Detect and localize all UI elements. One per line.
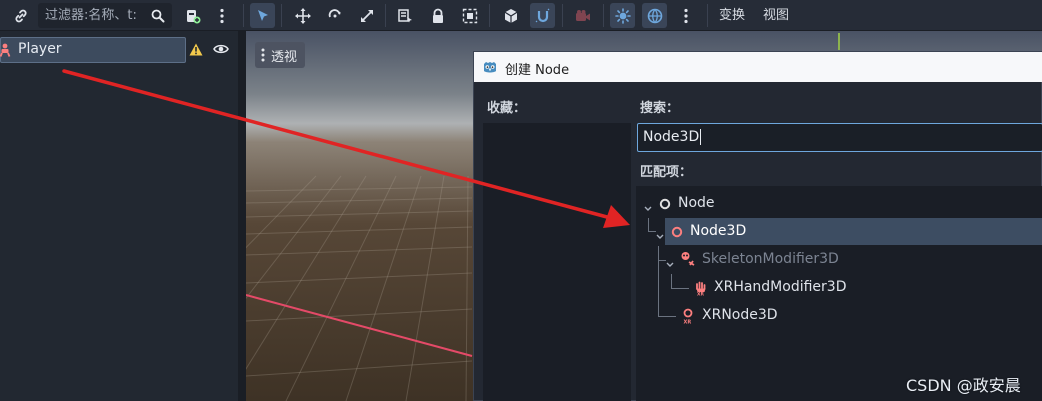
view-menu[interactable]: 视图 [763,4,789,27]
scene-filter-placeholder: 过滤器:名称、t: [45,8,137,23]
toolbar-divider [603,4,604,27]
scene-tree-panel: Player [0,31,238,401]
camera-icon[interactable] [570,3,595,28]
toolbar-divider [243,4,244,27]
snap-icon[interactable] [530,3,555,28]
tree-item-node3d[interactable]: Node3D [636,219,1042,245]
svg-text:XR: XR [697,292,704,297]
chevron-down-icon[interactable] [666,256,674,272]
lock-icon[interactable] [425,3,450,28]
toolbar-divider [707,4,708,27]
toolbar-divider [562,4,563,27]
group-icon[interactable] [457,3,482,28]
chevron-down-icon[interactable] [656,228,664,244]
watermark-text: CSDN @政安晨 [906,376,1021,395]
toolbar-divider [281,4,282,27]
tree-item-label: XRHandModifier3D [714,279,847,295]
top-toolbar: 过滤器:名称、t: 变换 视图 [0,0,1042,31]
svg-text:XR: XR [684,320,692,325]
move-tool-icon[interactable] [290,3,315,28]
dialog-titlebar[interactable]: 创建 Node [474,52,1042,82]
godot-logo-icon [482,59,498,79]
text-cursor [700,129,702,145]
visibility-eye-icon[interactable] [213,43,229,59]
tree-item-label: Node [678,195,715,211]
tree-item-node[interactable]: Node [636,191,1042,217]
environment-preview-icon[interactable] [642,3,667,28]
toolbar-divider [385,4,386,27]
rotate-tool-icon[interactable] [322,3,347,28]
xr-node-icon: XR [681,308,695,328]
search-icon[interactable] [150,3,166,28]
perspective-label: 透视 [271,49,298,65]
panel-divider[interactable] [238,31,246,401]
character-body-icon [0,43,11,61]
tree-item-label: SkeletonModifier3D [702,251,839,267]
sun-preview-icon[interactable] [610,3,635,28]
tree-item-xr-node-3d[interactable]: XR XRNode3D [636,303,1042,329]
toolbar-divider [489,4,490,27]
scene-tree-item-player[interactable]: Player [0,37,186,63]
xr-hand-icon: XR [694,280,708,300]
tree-item-skeleton-modifier-3d[interactable]: SkeletonModifier3D [636,247,1042,273]
kebab-menu-icon[interactable] [679,3,693,28]
favorites-label: 收藏： [487,101,527,116]
kebab-menu-icon[interactable] [215,3,229,28]
search-input[interactable]: Node3D [637,123,1042,152]
scale-tool-icon[interactable] [354,3,379,28]
node-circle-icon [659,198,671,214]
select-tool-icon[interactable] [250,3,275,28]
tree-item-xr-hand-modifier-3d[interactable]: XR XRHandModifier3D [636,275,1042,301]
link-icon[interactable] [8,3,33,28]
scene-tree-item-label: Player [18,41,62,57]
tree-item-label: Node3D [690,223,747,239]
matches-label: 匹配项： [640,165,693,180]
transform-menu[interactable]: 变换 [719,4,745,27]
node3d-circle-icon [671,226,683,242]
tree-item-label: XRNode3D [702,307,778,323]
dialog-title: 创建 Node [505,63,570,78]
cube-icon[interactable] [498,3,523,28]
search-label: 搜索： [640,101,680,116]
y-axis-marker [838,33,840,50]
skeleton-modifier-icon [680,251,696,271]
favorites-list[interactable] [483,123,631,401]
kebab-menu-icon [261,48,265,62]
matches-tree[interactable]: Node Node3D SkeletonModifier3D XR XRHand… [636,186,1042,401]
warning-icon[interactable] [189,43,203,60]
perspective-menu-button[interactable]: 透视 [255,42,306,68]
create-node-dialog: 创建 Node 收藏： 搜索： Node3D 匹配项： Node Node3D … [473,51,1042,401]
search-input-value: Node3D [643,129,700,145]
chevron-down-icon[interactable] [644,200,652,216]
instantiate-scene-icon[interactable] [180,3,205,28]
list-select-icon[interactable] [392,3,417,28]
